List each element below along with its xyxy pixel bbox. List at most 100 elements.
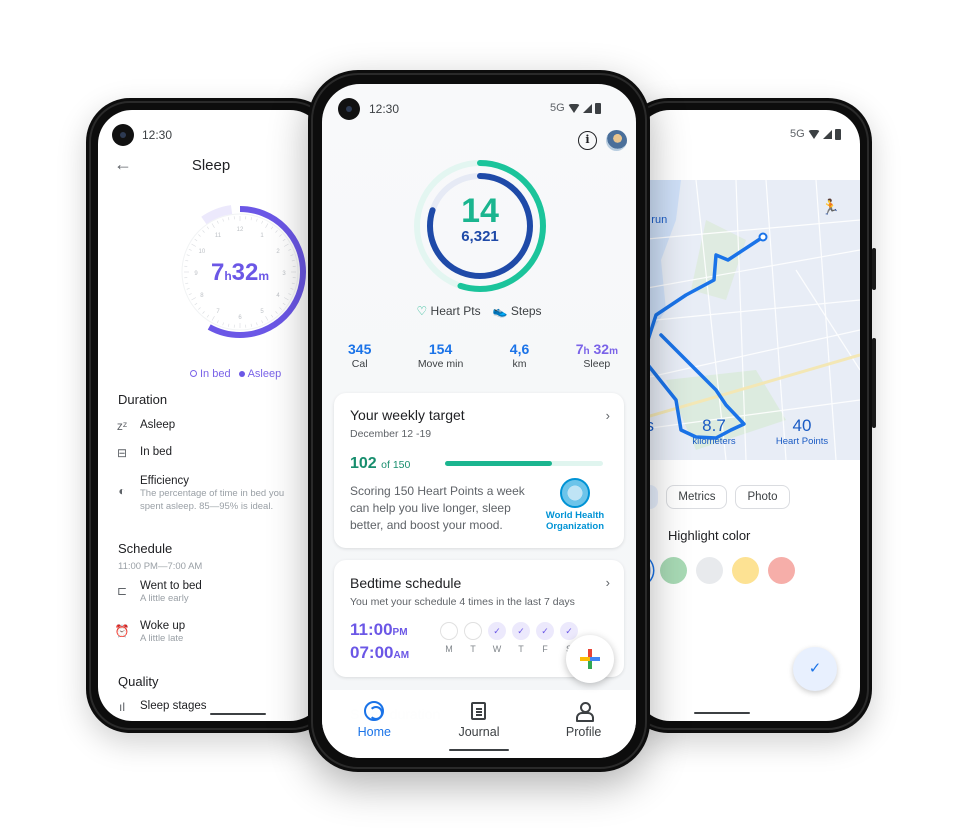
steps-value: 6,321: [461, 228, 499, 245]
target-description: Scoring 150 Heart Points a week can help…: [350, 484, 525, 532]
chip-photo[interactable]: Photo: [735, 485, 790, 509]
bottom-nav: Home Journal Profile: [322, 690, 636, 758]
day-indicator: ✓ F: [536, 622, 554, 654]
color-swatch[interactable]: [660, 557, 687, 584]
check-icon: ✓: [536, 622, 554, 640]
card-dates: December 12 -19: [350, 428, 432, 440]
day-indicator: ✓ W: [488, 622, 506, 654]
stat-move-min[interactable]: 154 Move min: [418, 341, 464, 370]
activity-share-screen: 5G ton run 🏃 0se 8.7kilometers: [636, 110, 860, 721]
status-time: 12:30: [142, 128, 173, 142]
chart-icon: ıl: [119, 700, 125, 714]
status-icons: 5G: [790, 128, 841, 140]
schedule-heading: Schedule: [118, 541, 173, 556]
home-rings-icon: [364, 701, 385, 721]
page-title: Sleep: [191, 157, 231, 174]
schedule-range: 11:00 PM—7:00 AM: [118, 561, 203, 572]
chevron-right-icon: ›: [605, 575, 610, 590]
efficiency-icon: ◐: [118, 484, 126, 498]
status-time: 12:30: [369, 102, 400, 116]
check-icon: ✓: [560, 622, 578, 640]
card-subtitle: You met your schedule 4 times in the las…: [350, 596, 575, 608]
status-icons: 5G: [550, 102, 601, 114]
wifi-icon: [567, 103, 580, 113]
stat-calories[interactable]: 345 Cal: [348, 341, 371, 370]
empty-day-icon: [440, 622, 458, 640]
legend-heart-pts: ♡ Heart Pts: [416, 304, 481, 318]
row-asleep[interactable]: zᶻ Asleep: [114, 419, 314, 433]
person-icon: [575, 702, 594, 722]
check-icon: ✓: [808, 660, 822, 677]
avatar[interactable]: [606, 130, 627, 151]
legend-steps: 👟 Steps: [492, 304, 542, 318]
week-days: MT✓W✓T✓F✓S: [440, 622, 578, 654]
day-indicator: M: [440, 622, 458, 654]
color-swatch[interactable]: [696, 557, 723, 584]
steps-icon: 👟: [492, 304, 508, 318]
chevron-right-icon: ›: [605, 408, 610, 423]
target-progress-fill: [445, 461, 553, 466]
quality-heading: Quality: [118, 674, 159, 689]
empty-day-icon: [464, 622, 482, 640]
gesture-bar: [694, 712, 750, 714]
row-woke-up[interactable]: ⏰ Woke up A little late: [114, 620, 314, 646]
zzz-icon: zᶻ: [116, 419, 128, 433]
day-indicator: ✓ T: [512, 622, 530, 654]
dial-hour-label: 12: [237, 227, 244, 233]
sleep-minutes: 32: [232, 259, 259, 286]
stat-distance[interactable]: 4,6 km: [510, 341, 529, 370]
color-swatch[interactable]: [732, 557, 759, 584]
wifi-icon: [807, 129, 820, 139]
highlight-color-title: Highlight color: [668, 528, 751, 543]
row-efficiency[interactable]: ◐ Efficiency The percentage of time in be…: [114, 475, 314, 514]
ring-legend: ♡ Heart Pts 👟 Steps: [322, 304, 636, 318]
target-progress-text: 102 of 150: [350, 455, 411, 472]
map-stat-distance: 8.7 kilometers: [692, 416, 736, 447]
running-icon: 🏃: [821, 199, 840, 216]
signal-icon: [822, 129, 832, 139]
dial-hour-label: 11: [215, 233, 222, 239]
check-icon: ✓: [512, 622, 530, 640]
who-logo: World Health Organization: [544, 478, 606, 532]
sleep-screen: 12:30 ← Sleep 12 1 2 3 4 5 6 7 8 9 10 11 7h32m In b…: [98, 110, 324, 721]
legend-asleep: Asleep: [238, 368, 281, 380]
bed-icon: ⊟: [116, 446, 128, 460]
volume-button: [872, 338, 876, 428]
route-start-marker: [758, 232, 768, 242]
phone-activity-share: 5G ton run 🏃 0se 8.7kilometers: [624, 98, 876, 733]
who-globe-icon: [560, 478, 590, 508]
chip-metrics[interactable]: Metrics: [666, 485, 728, 509]
sleep-legend: In bed Asleep: [190, 368, 281, 380]
color-swatch[interactable]: [768, 557, 795, 584]
weekly-target-card[interactable]: Your weekly target › December 12 -19 102…: [334, 393, 624, 548]
home-screen: 12:30 5G i 14 6,321 ♡ Heart Pts 👟 Steps …: [322, 84, 636, 758]
confirm-button[interactable]: ✓: [793, 647, 837, 691]
nav-home[interactable]: Home: [334, 700, 414, 758]
phone-sleep: 12:30 ← Sleep 12 1 2 3 4 5 6 7 8 9 10 11 7h32m In b…: [86, 98, 336, 733]
signal-icon: [582, 103, 592, 113]
sleep-hours: 7: [211, 259, 224, 286]
add-button[interactable]: [566, 635, 614, 683]
row-in-bed[interactable]: ⊟ In bed: [114, 446, 314, 460]
power-button: [872, 248, 876, 290]
battery-icon: [594, 102, 601, 114]
battery-icon: [834, 128, 841, 140]
legend-in-bed: In bed: [190, 368, 231, 380]
row-sleep-stages[interactable]: ıl Sleep stages: [114, 700, 314, 714]
nav-profile[interactable]: Profile: [544, 700, 624, 758]
info-icon[interactable]: i: [578, 131, 597, 150]
camera-icon: [112, 124, 134, 146]
phone-home: 12:30 5G i 14 6,321 ♡ Heart Pts 👟 Steps …: [308, 70, 650, 772]
heart-icon: ♡: [416, 304, 428, 318]
bedtime-icon: ⊏: [116, 584, 128, 598]
stat-sleep[interactable]: 7h 32m Sleep: [576, 341, 618, 370]
duration-heading: Duration: [118, 392, 168, 407]
gesture-bar: [449, 749, 509, 751]
gesture-bar: [210, 713, 266, 715]
dial-hour-label: 10: [199, 249, 206, 255]
map-stats: 0se 8.7kilometers 40Heart Points: [636, 416, 860, 447]
card-title: Your weekly target: [350, 407, 465, 423]
route-map[interactable]: ton run 🏃 0se 8.7kilometers 40Heart Poin…: [636, 180, 860, 460]
alarm-icon: ⏰: [114, 624, 130, 638]
row-went-to-bed[interactable]: ⊏ Went to bed A little early: [114, 580, 314, 606]
